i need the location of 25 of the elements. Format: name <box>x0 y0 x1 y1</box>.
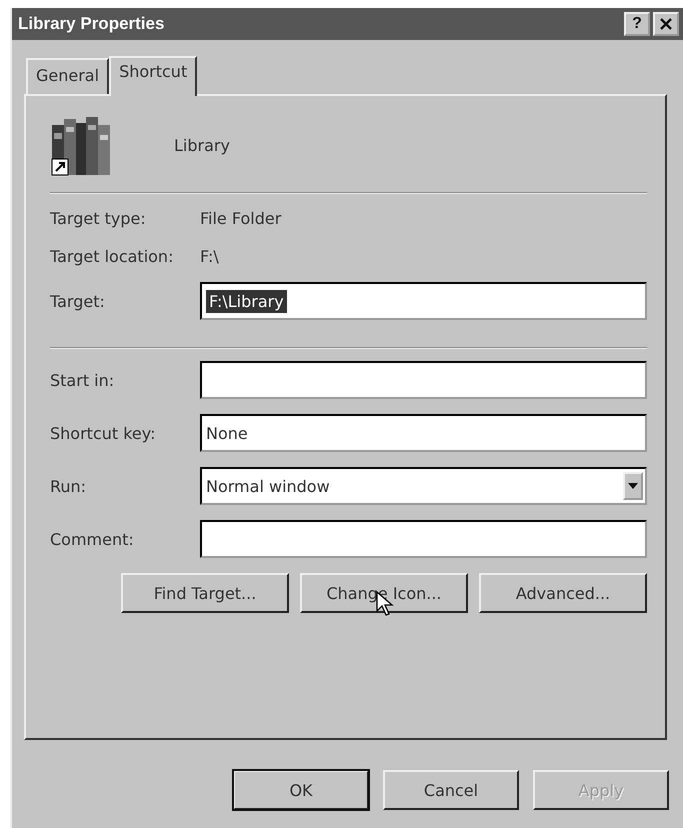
close-icon <box>660 18 672 30</box>
shortcut-name: Library <box>174 136 230 154</box>
field-label: Target: <box>50 292 106 310</box>
close-button[interactable] <box>653 12 679 36</box>
action-button[interactable]: Find Target... <box>121 573 289 613</box>
action-button[interactable]: Advanced... <box>479 573 647 613</box>
field-label: Start in: <box>50 370 116 390</box>
dialog-button[interactable]: OK <box>233 770 369 810</box>
input-field[interactable] <box>200 361 647 399</box>
field-label: Shortcut key: <box>50 424 156 442</box>
dropdown[interactable]: Normal window <box>200 467 647 505</box>
field-label: Comment: <box>50 530 135 548</box>
window-title: Library Properties <box>18 14 164 34</box>
help-button[interactable]: ? <box>624 12 650 36</box>
tab[interactable]: Shortcut <box>109 56 198 96</box>
input-field[interactable] <box>200 520 647 558</box>
field-value: File Folder <box>200 208 282 228</box>
field-label: Run: <box>50 476 88 496</box>
field-label: Target type: <box>50 208 147 228</box>
dialog-button[interactable]: Cancel <box>383 770 519 810</box>
field-value: F:\ <box>200 246 219 266</box>
target-field[interactable]: F:\Library <box>200 282 647 320</box>
field-label: Target location: <box>50 246 174 266</box>
input-field[interactable]: None <box>200 414 647 452</box>
dropdown-arrow-icon <box>628 483 638 489</box>
